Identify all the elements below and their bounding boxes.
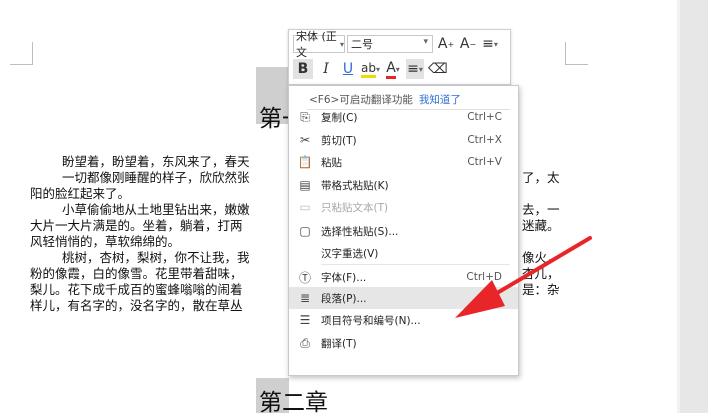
red-arrow-annotation (455, 236, 592, 318)
